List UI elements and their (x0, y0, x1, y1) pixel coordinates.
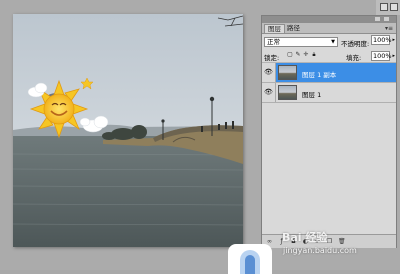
close-icon[interactable] (384, 17, 389, 21)
lock-transparent-icon[interactable]: ▢ (287, 52, 293, 58)
layer-row-copy[interactable]: 👁︎ 图层 1 副本 (262, 63, 396, 83)
layer-thumbnail (278, 85, 297, 100)
layers-list-empty-area[interactable] (262, 103, 396, 233)
layer-row-base[interactable]: 👁︎ 图层 1 (262, 83, 396, 103)
tab-layers[interactable]: 图层 (264, 24, 285, 33)
watermark-brand: Bai 经验 (282, 231, 328, 244)
eye-icon[interactable]: 👁︎ (262, 63, 276, 82)
blend-mode-value: 正常 (267, 38, 280, 46)
fill-field[interactable]: 100% ▸ (371, 51, 395, 61)
layer-thumbnail (278, 65, 297, 80)
layers-panel: 图层 路径 ▾≡ 正常 ▼ 不透明度: 100% ▸ 锁定: ▢ ✎ ✛ 🔒︎ … (261, 15, 397, 248)
layer-name[interactable]: 图层 1 副本 (302, 69, 336, 79)
panel-tab-bar: 图层 路径 ▾≡ (262, 23, 396, 34)
chevron-right-icon[interactable]: ▸ (392, 36, 395, 44)
watermark-url: jingyan.baidu.com (283, 246, 357, 255)
panel-menu-icon[interactable]: ▾≡ (385, 25, 393, 32)
lock-all-icon[interactable]: 🔒︎ (311, 52, 317, 58)
lock-pixels-icon[interactable]: ✎ (295, 52, 301, 58)
lock-position-icon[interactable]: ✛ (303, 52, 309, 58)
opacity-field[interactable]: 100% ▸ (371, 35, 395, 45)
blend-row: 正常 ▼ 不透明度: 100% ▸ (262, 35, 396, 48)
opacity-label: 不透明度: (341, 40, 370, 48)
fill-label: 填充: (346, 54, 362, 62)
close-icon[interactable] (390, 3, 398, 11)
panel-dock-strip (376, 0, 400, 15)
opacity-value: 100% (373, 36, 392, 44)
lock-label: 锁定: (264, 54, 280, 62)
minimize-icon[interactable] (375, 17, 380, 21)
chevron-right-icon[interactable]: ▸ (392, 52, 395, 60)
document-canvas[interactable] (13, 14, 243, 247)
fill-value: 100% (373, 52, 392, 60)
tab-paths[interactable]: 路径 (284, 24, 303, 33)
blend-mode-select[interactable]: 正常 ▼ (264, 37, 338, 47)
collapse-icon[interactable] (380, 3, 388, 11)
panel-title-bar[interactable] (262, 16, 396, 23)
eye-icon[interactable]: 👁︎ (262, 83, 276, 102)
layer-name[interactable]: 图层 1 (302, 89, 321, 99)
canvas-image (13, 14, 243, 247)
chevron-down-icon: ▼ (331, 39, 335, 45)
trash-icon[interactable]: 🗑︎ (338, 238, 346, 245)
lock-row: 锁定: ▢ ✎ ✛ 🔒︎ 填充: 100% ▸ (262, 49, 396, 63)
